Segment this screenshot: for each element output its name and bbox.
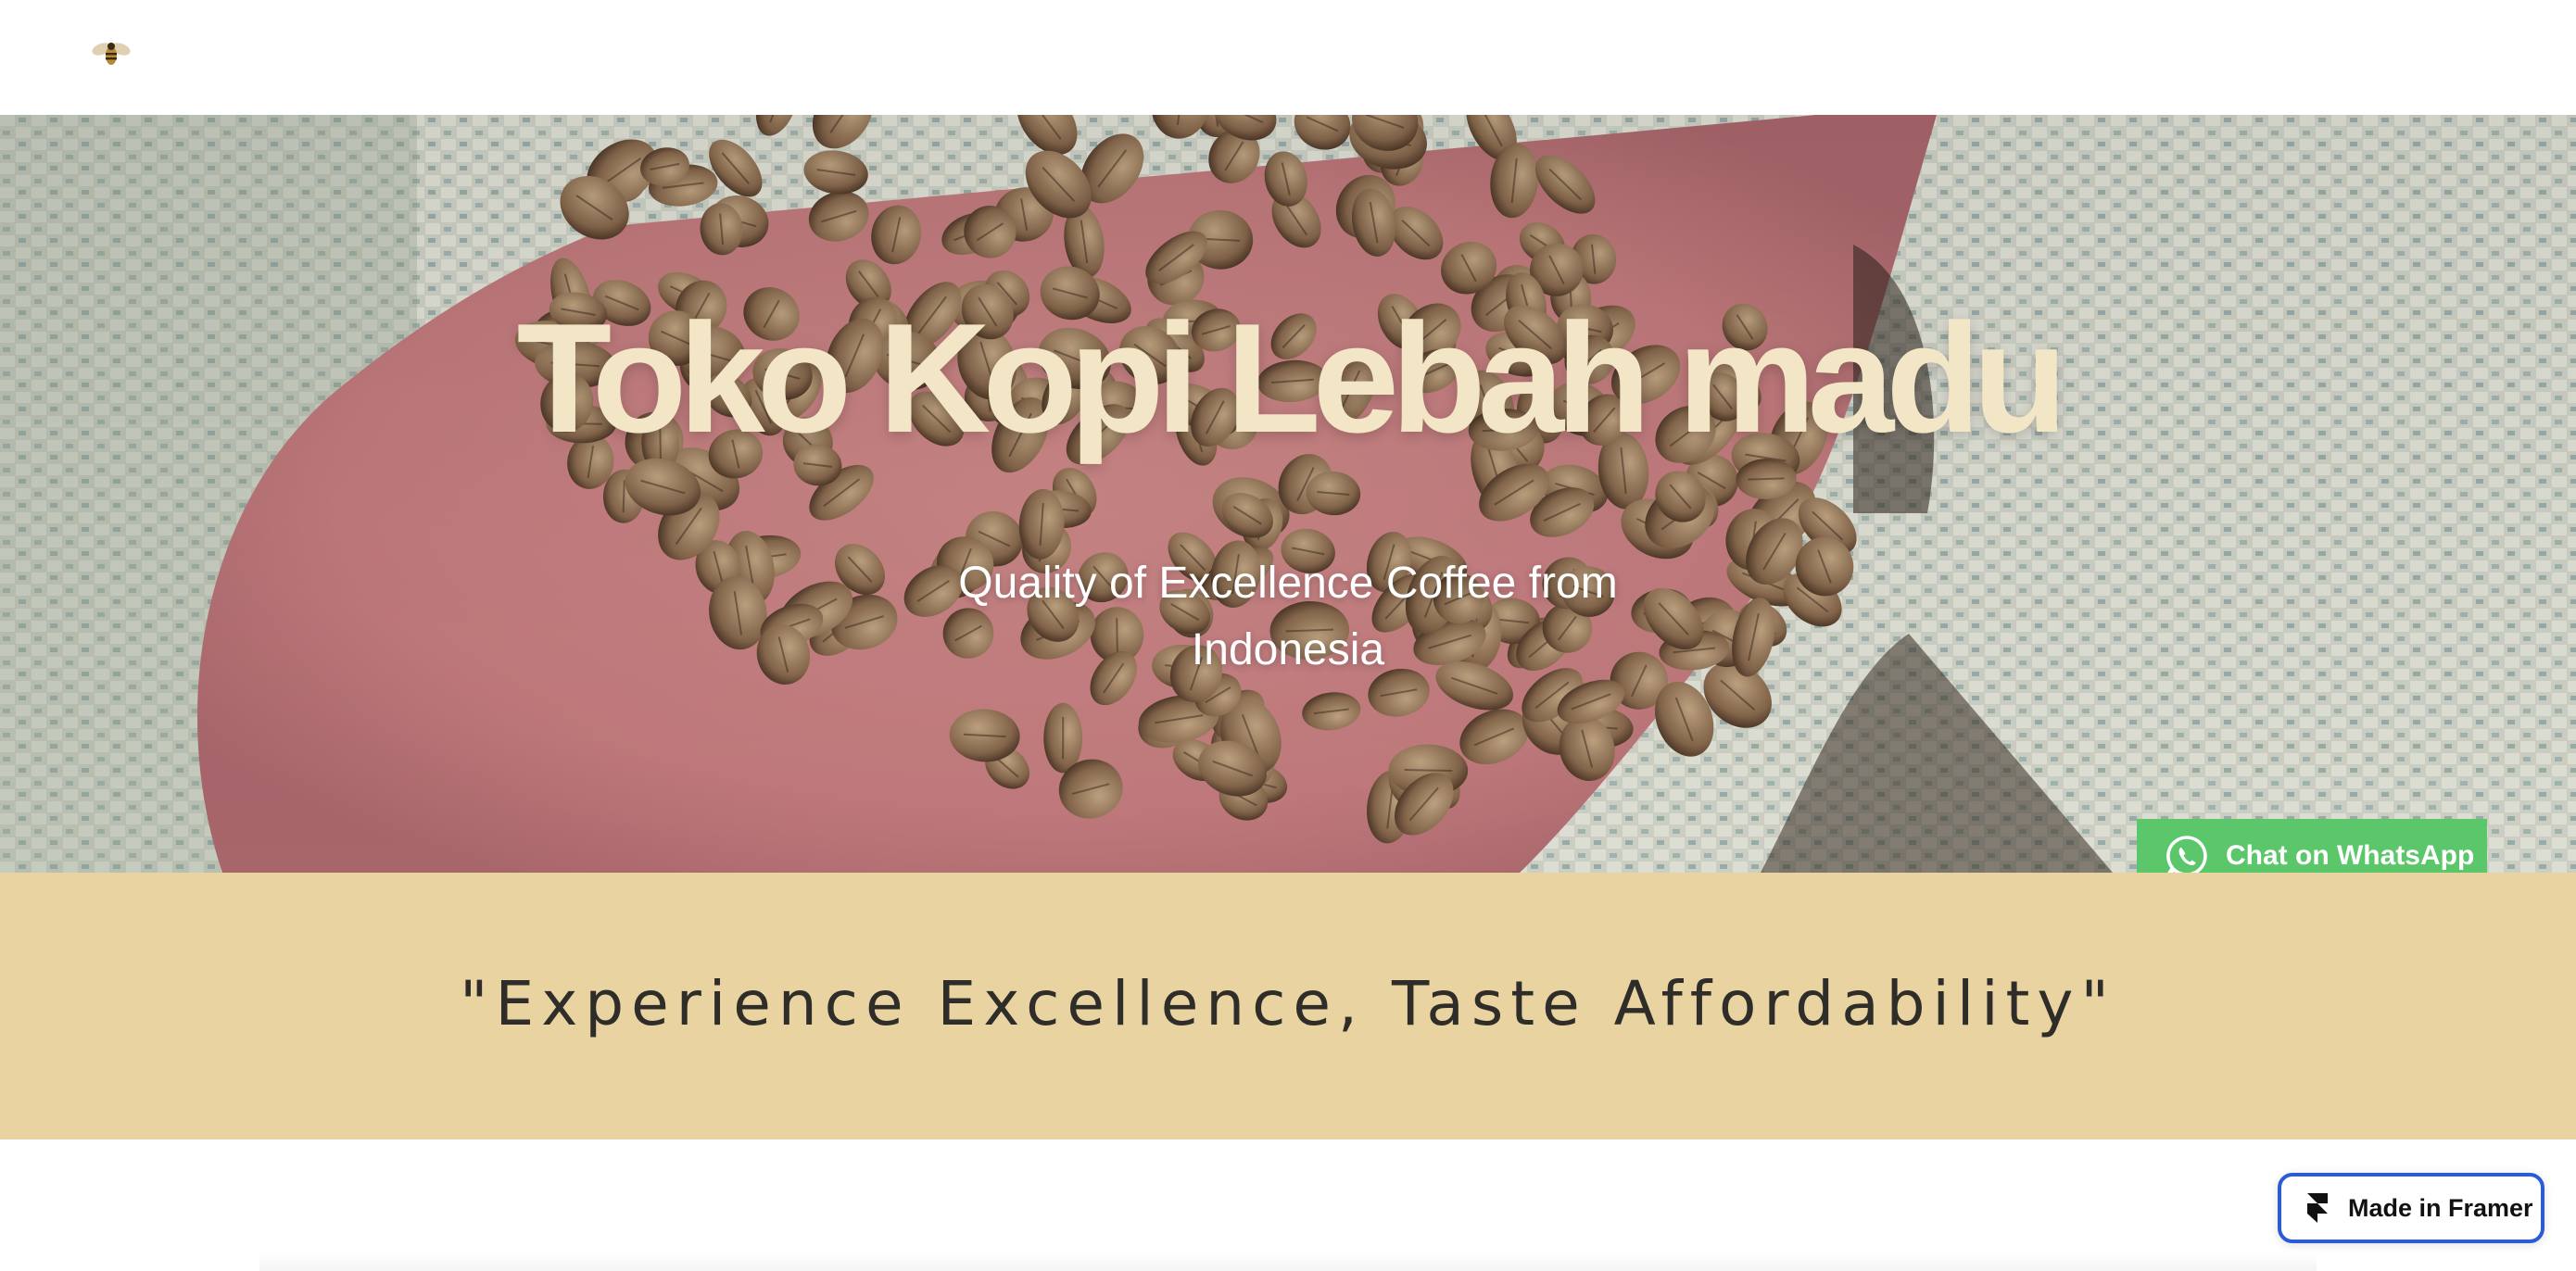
whatsapp-icon: [2166, 836, 2207, 873]
hero-title: Toko Kopi Lebah madu: [516, 291, 2068, 465]
site-header: [0, 0, 2576, 115]
page: Toko Kopi Lebah madu Quality of Excellen…: [0, 0, 2576, 1271]
whatsapp-button-label: Chat on WhatsApp: [2226, 840, 2475, 871]
hero-section: Toko Kopi Lebah madu Quality of Excellen…: [0, 115, 2576, 873]
hero-background-image: [0, 115, 2576, 873]
framer-badge-label: Made in Framer: [2348, 1193, 2533, 1222]
tagline-section: "Experience Excellence, Taste Affordabil…: [0, 873, 2576, 1139]
chat-on-whatsapp-button[interactable]: Chat on WhatsApp: [2137, 819, 2487, 873]
next-section-card-edge: [259, 1252, 2317, 1271]
hero-subtitle: Quality of Excellence Coffee from Indone…: [958, 559, 1618, 674]
made-in-framer-badge[interactable]: Made in Framer: [2278, 1173, 2544, 1243]
bee-icon[interactable]: [91, 39, 132, 69]
framer-icon: [2307, 1193, 2328, 1223]
tagline-text: "Experience Excellence, Taste Affordabil…: [460, 968, 2116, 1039]
